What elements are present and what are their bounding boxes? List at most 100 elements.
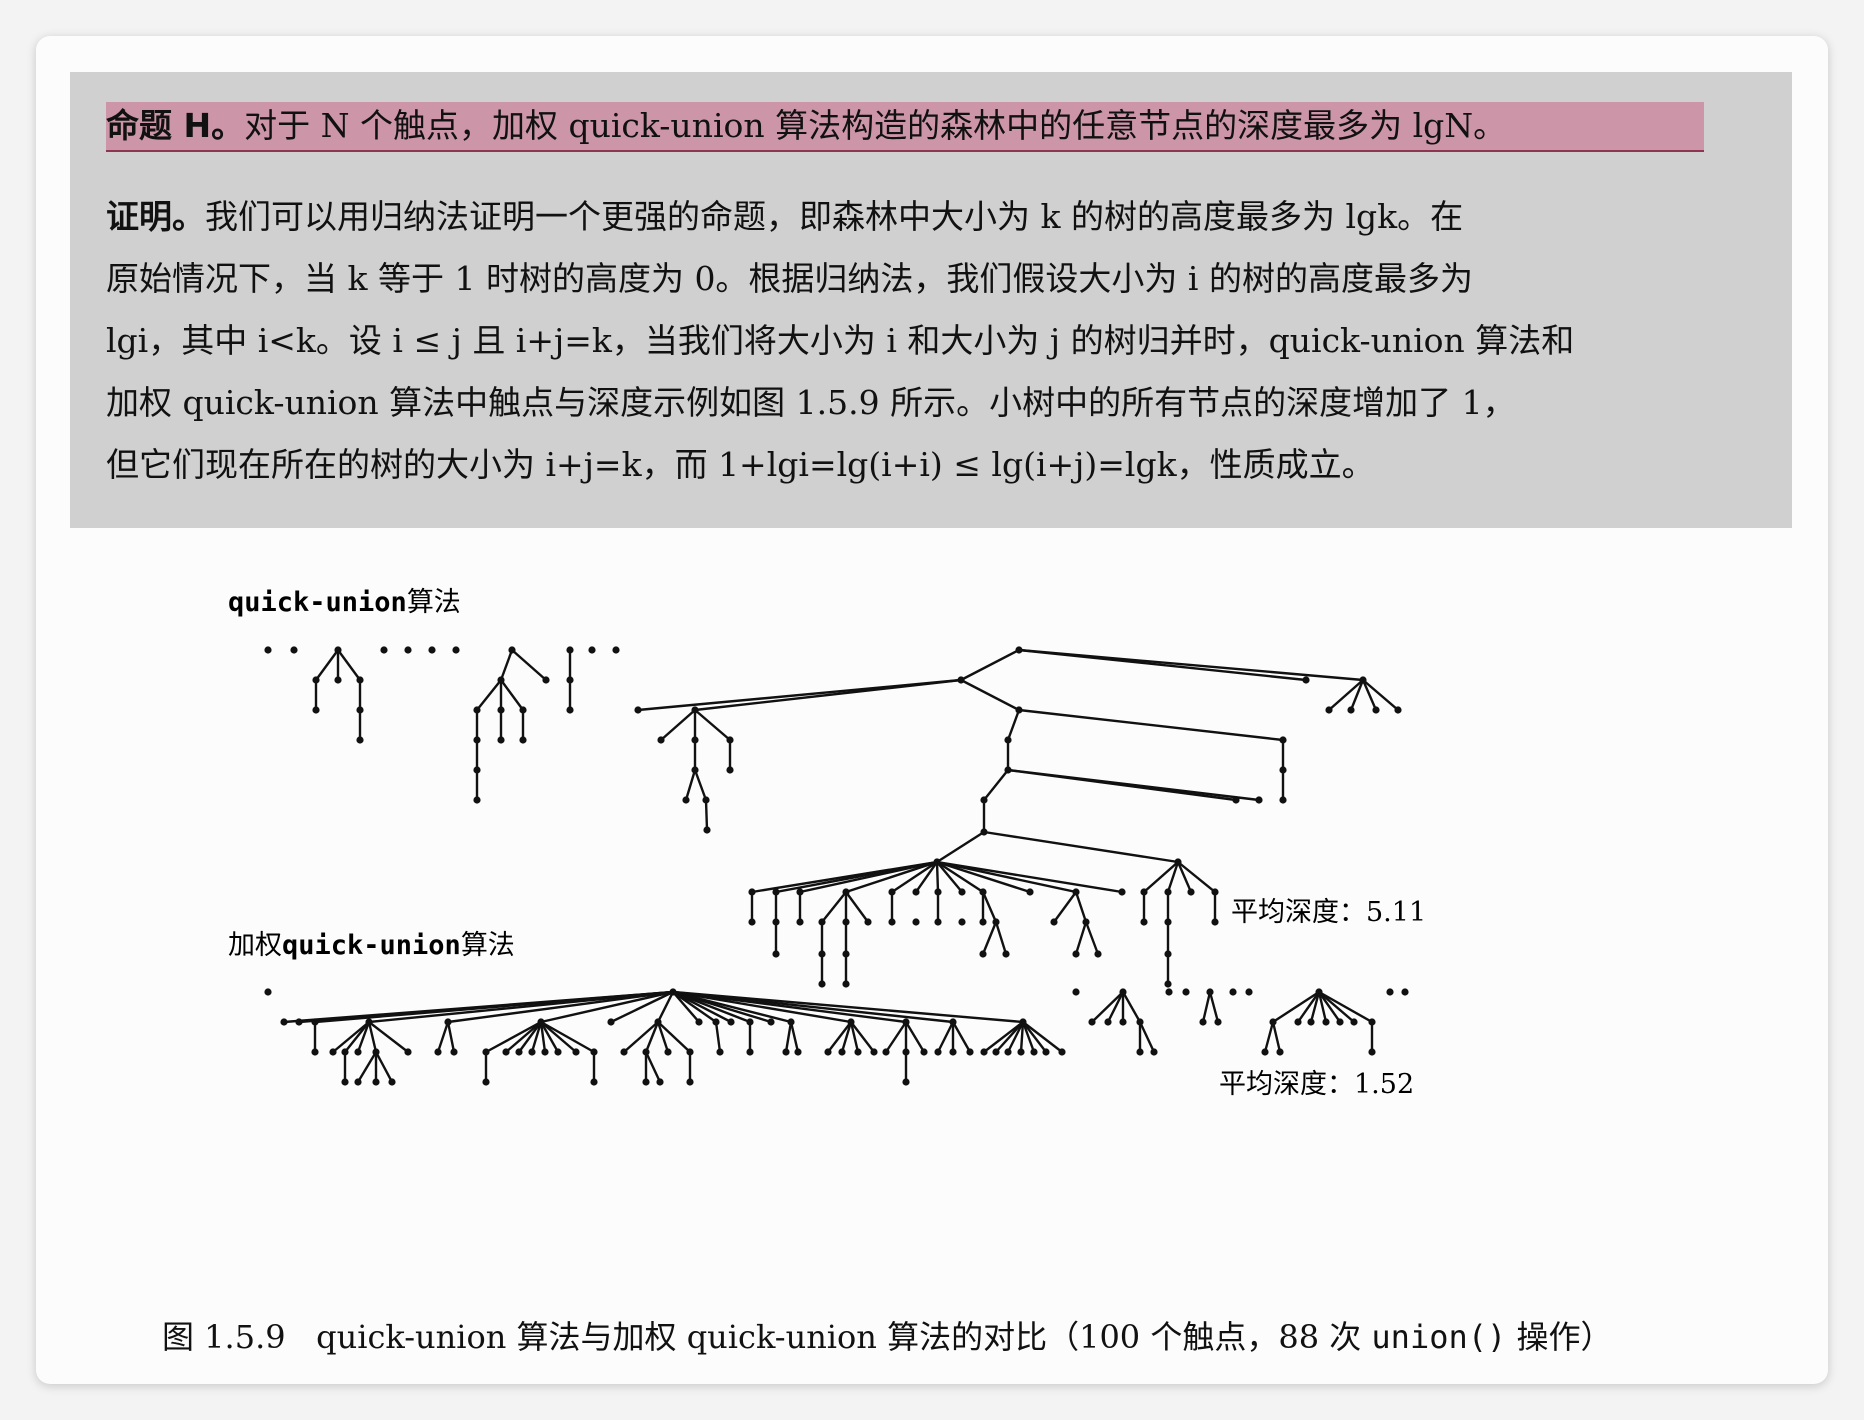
tree-node bbox=[818, 918, 826, 926]
tree-node bbox=[404, 1048, 412, 1056]
tree-node bbox=[949, 1018, 957, 1026]
tree-node bbox=[1325, 706, 1333, 714]
tree-node bbox=[902, 1018, 910, 1026]
tree-edge bbox=[981, 891, 998, 923]
tree-node bbox=[748, 888, 756, 896]
tree-node bbox=[818, 950, 826, 958]
tree-node bbox=[542, 676, 550, 684]
tree-node bbox=[1368, 1048, 1376, 1056]
tree-node bbox=[1119, 1018, 1127, 1026]
tree-node bbox=[1050, 918, 1058, 926]
tree-node bbox=[818, 980, 826, 988]
tree-node bbox=[686, 1048, 694, 1056]
tree-edge bbox=[344, 1021, 370, 1053]
tree-node bbox=[404, 646, 412, 654]
tree-node bbox=[311, 1048, 319, 1056]
tree-node bbox=[979, 950, 987, 958]
tree-node bbox=[590, 1078, 598, 1086]
tree-node bbox=[772, 950, 780, 958]
tree-node bbox=[334, 676, 342, 684]
tree-edge bbox=[660, 709, 696, 741]
tree-edge bbox=[784, 1021, 793, 1053]
tree-node bbox=[388, 1078, 396, 1086]
tree-node bbox=[537, 1018, 545, 1026]
tree-node bbox=[1104, 1018, 1112, 1026]
tree-node bbox=[356, 736, 364, 744]
tree-node bbox=[864, 918, 872, 926]
tree-edge bbox=[1084, 921, 1100, 955]
tree-node bbox=[787, 1018, 795, 1026]
proof-line-4: 加权 quick-union 算法中触点与深度示例如图 1.5.9 所示。小树中… bbox=[106, 383, 1516, 422]
tree-node bbox=[912, 918, 920, 926]
tree-node bbox=[612, 646, 620, 654]
tree-node bbox=[654, 1018, 662, 1026]
tree-node bbox=[691, 766, 699, 774]
tree-edge bbox=[315, 649, 339, 681]
tree-node bbox=[290, 646, 298, 654]
tree-node bbox=[1232, 796, 1240, 804]
tree-node bbox=[902, 1078, 910, 1086]
tree-node bbox=[1302, 676, 1310, 684]
tree-node bbox=[634, 706, 642, 714]
avg-depth-quick-union: 平均深度：5.11 bbox=[1231, 897, 1426, 928]
tree-node bbox=[920, 1048, 928, 1056]
tree-node bbox=[934, 888, 942, 896]
tree-node bbox=[992, 918, 1000, 926]
caption-text-b: 操作） bbox=[1506, 1318, 1613, 1356]
tree-edge bbox=[960, 648, 1020, 682]
tree-node bbox=[888, 888, 896, 896]
tree-node bbox=[1206, 988, 1214, 996]
proposition-highlight: 命题 H。对于 N 个触点，加权 quick-union 算法构造的森林中的任意… bbox=[106, 102, 1704, 152]
tree-node bbox=[1004, 766, 1012, 774]
proposition-text: 对于 N 个触点，加权 quick-union 算法构造的森林中的任意节点的深度… bbox=[244, 106, 1507, 145]
tree-node bbox=[796, 918, 804, 926]
tree-edge bbox=[904, 1021, 926, 1053]
tree-node bbox=[1174, 858, 1182, 866]
tree-node bbox=[703, 826, 711, 834]
tree-node bbox=[669, 988, 677, 996]
tree-node bbox=[726, 766, 734, 774]
tree-node bbox=[842, 918, 850, 926]
tree-node bbox=[1347, 706, 1355, 714]
tree-node bbox=[1245, 988, 1253, 996]
tree-node bbox=[767, 1018, 775, 1026]
tree-edge bbox=[1074, 891, 1088, 923]
tree-edge bbox=[704, 799, 709, 831]
tree-node bbox=[1261, 1048, 1269, 1056]
tree-node bbox=[1368, 1018, 1376, 1026]
weighted-label: 加权quick-union算法 bbox=[228, 930, 515, 961]
tree-node bbox=[1307, 1018, 1315, 1026]
tree-node bbox=[772, 888, 780, 896]
tree-edge bbox=[684, 769, 697, 801]
tree-node bbox=[748, 918, 756, 926]
tree-node bbox=[727, 1018, 735, 1026]
tree-node bbox=[1026, 888, 1034, 896]
tree-node bbox=[934, 1048, 942, 1056]
tree-edge bbox=[1106, 991, 1125, 1023]
tree-edge bbox=[1201, 991, 1212, 1023]
tree-edge bbox=[368, 990, 674, 1024]
tree-node bbox=[1211, 918, 1219, 926]
tree-edge bbox=[511, 649, 547, 681]
tree-node bbox=[341, 1048, 349, 1056]
tree-edge bbox=[1318, 990, 1373, 1024]
tree-edge bbox=[1091, 991, 1124, 1023]
tree-node bbox=[588, 646, 596, 654]
tree-edge bbox=[476, 679, 502, 711]
figure-caption: 图 1.5.9 quick-union 算法与加权 quick-union 算法… bbox=[162, 1312, 1722, 1358]
tree-edge bbox=[1121, 991, 1142, 1023]
tree-edge bbox=[500, 679, 524, 711]
tree-node bbox=[380, 646, 388, 654]
tree-node bbox=[607, 1018, 615, 1026]
tree-edge bbox=[983, 1021, 1024, 1053]
tree-node bbox=[519, 736, 527, 744]
tree-node bbox=[473, 706, 481, 714]
tree-node bbox=[356, 706, 364, 714]
tree-node bbox=[566, 646, 574, 654]
tree-node bbox=[957, 676, 965, 684]
tree-node bbox=[280, 1018, 288, 1026]
tree-node bbox=[657, 736, 665, 744]
tree-node bbox=[782, 1048, 790, 1056]
tree-node bbox=[824, 1048, 832, 1056]
tree-edge bbox=[436, 1021, 450, 1053]
